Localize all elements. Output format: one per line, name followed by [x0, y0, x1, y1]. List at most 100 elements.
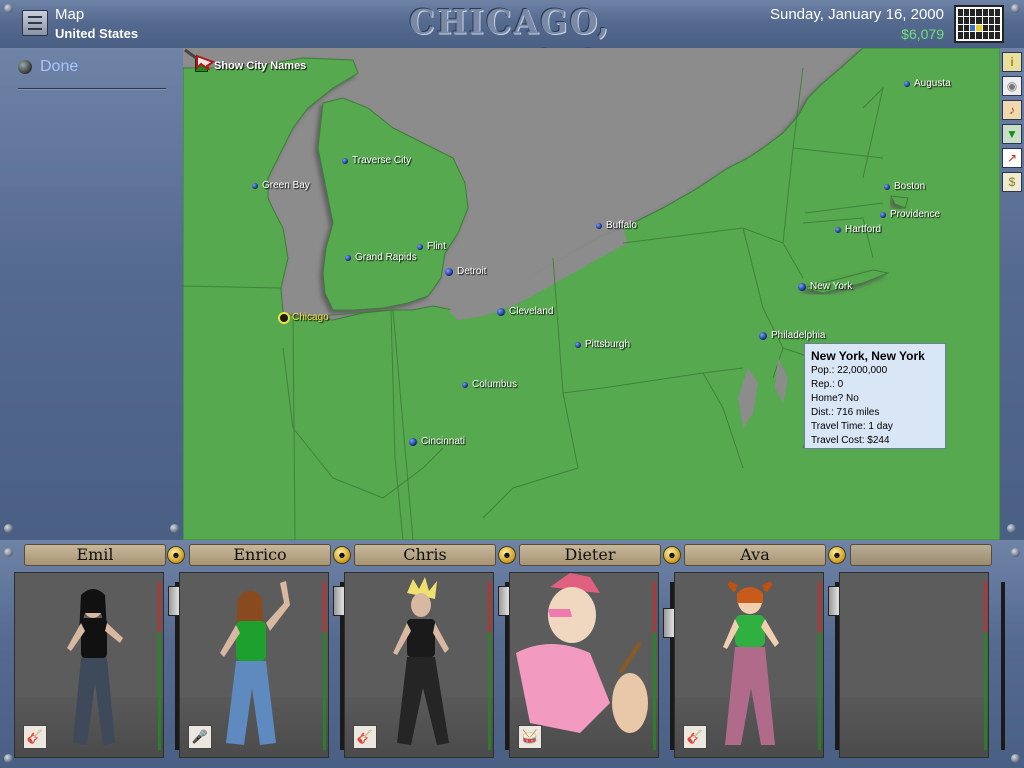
band-member-name-tab[interactable]: Emil — [24, 544, 166, 566]
bass-guitar-icon[interactable]: 🎸 — [353, 725, 377, 749]
money-balance: $6,079 — [901, 26, 944, 42]
chart-icon[interactable]: ↗ — [1002, 148, 1022, 168]
tooltip-reputation: Rep.: 0 — [811, 379, 844, 390]
tie-icon[interactable]: ▼ — [1002, 124, 1022, 144]
tooltip-population: Pop.: 22,000,000 — [811, 365, 888, 376]
city-label: Hartford — [845, 224, 882, 235]
city-label: Boston — [894, 181, 926, 192]
band-member-name-tab[interactable]: Dieter — [519, 544, 661, 566]
city-label: Cleveland — [509, 306, 554, 317]
city-marker[interactable]: Cincinnati — [409, 436, 465, 447]
city-label: Detroit — [457, 266, 487, 277]
city-label: Pittsburgh — [585, 339, 631, 350]
band-member-slot[interactable]: 🎸 — [674, 572, 824, 758]
band-panel: Emil ☻ Enrico ☻ Chris ☻ Dieter ☻ Ava ☻ 🎸 — [0, 540, 1024, 768]
tooltip-distance: Dist.: 716 miles — [811, 407, 880, 418]
city-dot-icon — [252, 182, 258, 189]
drum-icon[interactable]: 🥁 — [518, 725, 542, 749]
band-member-slot[interactable]: 🎸 — [14, 572, 164, 758]
band-member-name-tab[interactable]: Chris — [354, 544, 496, 566]
bolt-icon — [170, 524, 179, 533]
info-icon[interactable]: i — [1002, 52, 1022, 72]
city-marker[interactable]: Philadelphia — [759, 330, 826, 341]
map-land — [183, 48, 1000, 540]
microphone-icon[interactable]: 🎤 — [188, 725, 212, 749]
bolt-icon — [4, 548, 13, 557]
city-dot-icon — [904, 80, 910, 87]
city-marker[interactable]: Detroit — [445, 266, 486, 277]
city-dot-icon — [835, 226, 841, 233]
volume-fader — [984, 572, 1016, 758]
city-dot-icon — [345, 254, 351, 261]
current-city-dot-icon — [280, 313, 288, 322]
city-label: Grand Rapids — [355, 252, 417, 263]
band-member-slot[interactable]: 🎸 — [344, 572, 494, 758]
city-label: Columbus — [472, 379, 518, 390]
current-date: Sunday, January 16, 2000 — [769, 6, 944, 23]
city-marker[interactable]: Augusta — [904, 78, 951, 89]
band-member-slot[interactable]: 🥁 — [509, 572, 659, 758]
done-button[interactable]: Done — [18, 58, 78, 76]
guitar-icon[interactable]: 🎸 — [683, 725, 707, 749]
cd-icon[interactable]: ◉ — [1002, 76, 1022, 96]
menu-button[interactable] — [22, 10, 48, 36]
mood-smiley-icon[interactable]: ☻ — [333, 546, 351, 564]
mood-smiley-icon[interactable]: ☻ — [663, 546, 681, 564]
sidebar: Done — [0, 48, 183, 540]
city-dot-icon — [798, 282, 806, 291]
map-view[interactable]: Show City Names Augusta Traverse City Gr… — [183, 48, 1000, 540]
city-label: Traverse City — [352, 155, 412, 166]
city-marker[interactable]: Flint — [417, 241, 446, 252]
bolt-icon — [1011, 548, 1020, 557]
money-icon[interactable]: $ — [1002, 172, 1022, 192]
city-marker[interactable]: Traverse City — [342, 155, 411, 166]
screen-title: Map — [55, 6, 85, 23]
city-marker[interactable]: New York — [798, 281, 852, 292]
city-dot-icon — [596, 222, 602, 229]
city-label: Augusta — [914, 78, 951, 89]
city-marker[interactable]: Green Bay — [252, 180, 310, 191]
city-marker-current[interactable]: Chicago — [280, 312, 329, 323]
radio-dot-icon — [18, 60, 32, 74]
city-label: Cincinnati — [421, 436, 465, 447]
city-label: New York — [810, 281, 853, 292]
city-label: Philadelphia — [771, 330, 826, 341]
guitar-cursor-icon — [184, 48, 215, 70]
city-marker[interactable]: Grand Rapids — [345, 252, 417, 263]
divider — [18, 88, 166, 90]
show-city-names-label: Show City Names — [214, 59, 307, 72]
city-dot-icon — [462, 381, 468, 388]
bolt-icon — [4, 754, 13, 763]
bolt-icon — [1011, 4, 1020, 13]
guitar-icon[interactable]: 🎸 — [23, 725, 47, 749]
tooltip-travel-cost: Travel Cost: $244 — [811, 435, 890, 446]
band-member-slot[interactable]: 🎤 — [179, 572, 329, 758]
city-marker[interactable]: Pittsburgh — [575, 339, 630, 350]
screen-subtitle: United States — [55, 26, 139, 41]
tooltip-title: New York, New York — [811, 349, 925, 363]
city-marker[interactable]: Cleveland — [497, 306, 553, 317]
mood-smiley-icon[interactable]: ☻ — [498, 546, 516, 564]
city-marker[interactable]: Buffalo — [596, 220, 637, 231]
city-dot-icon — [417, 243, 423, 250]
empty-band-slot[interactable] — [839, 572, 989, 758]
city-marker[interactable]: Hartford — [835, 224, 881, 235]
music-note-icon[interactable]: ♪ — [1002, 100, 1022, 120]
bolt-icon — [4, 524, 13, 533]
mood-smiley-icon[interactable]: ☻ — [167, 546, 185, 564]
band-member-name-tab[interactable]: Ava — [684, 544, 826, 566]
band-member-name-tab[interactable]: Enrico — [189, 544, 331, 566]
top-bar: Map United States CHICAGO, ILLINOIS Sund… — [0, 0, 1024, 82]
mood-smiley-icon[interactable]: ☻ — [828, 546, 846, 564]
city-marker[interactable]: Boston — [884, 181, 925, 192]
city-dot-icon — [884, 183, 890, 190]
city-dot-icon — [497, 307, 505, 316]
city-label: Providence — [890, 209, 941, 220]
city-label: Chicago — [292, 312, 329, 323]
city-marker[interactable]: Providence — [880, 209, 940, 220]
city-dot-icon — [445, 267, 453, 276]
calendar-icon[interactable] — [954, 5, 1004, 43]
city-marker[interactable]: Columbus — [462, 379, 517, 390]
empty-name-tab — [850, 544, 992, 566]
city-dot-icon — [342, 157, 348, 164]
